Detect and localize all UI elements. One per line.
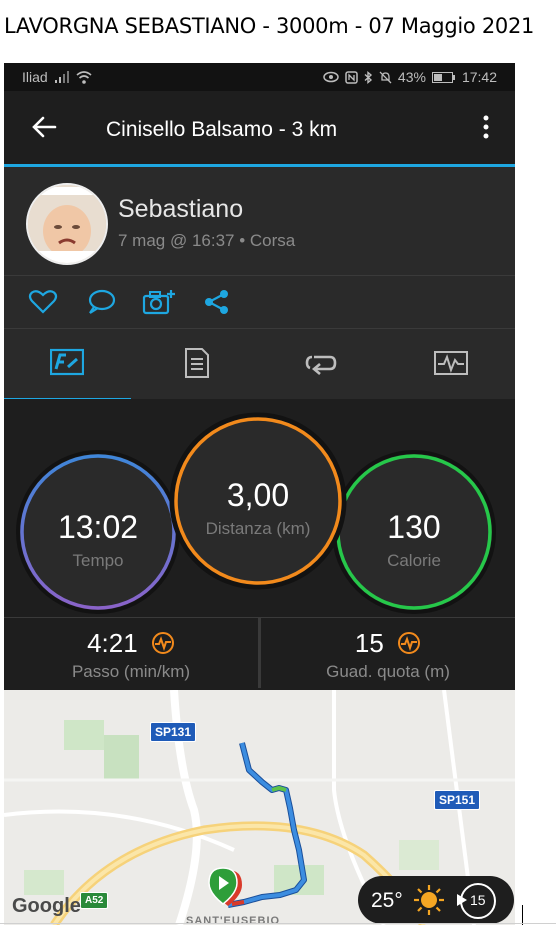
road-label-sp131: SP131 [150,722,197,742]
tab-overview-icon[interactable] [50,347,84,379]
phone-screen: Iliad 43% 17:42 Cinisello Balsamo - 3 km… [4,63,515,925]
elevation-value: 15 [354,628,384,658]
avatar[interactable] [26,183,108,265]
profile-header: Sebastiano 7 mag @ 16:37 • Corsa [4,167,515,276]
road-label-a52: A52 [80,892,109,909]
google-logo: Google [12,895,81,917]
pulse-icon [398,632,421,654]
sun-icon [414,885,444,915]
page-edge-mark [522,905,523,925]
temperature: 25° [371,889,403,912]
calories-value: 130 [387,509,441,545]
athlete-name: Sebastiano [118,195,244,223]
page-bottom-rule [0,923,556,924]
wind-speed: 15 [470,892,486,908]
road-label-sp151: SP151 [434,790,481,810]
activity-tabs [4,329,515,401]
status-bar: Iliad 43% 17:42 [4,63,515,91]
activity-meta: 7 mag @ 16:37 • Corsa [118,231,296,250]
more-vert-icon[interactable] [479,113,493,141]
share-icon[interactable] [202,289,232,315]
tab-laps-icon[interactable] [304,347,338,379]
elevation-metric[interactable]: 15 Guad. quota (m) [261,618,515,688]
route-map[interactable]: SP131 SP151 A52 SANT'EUSEBIO Google 25° … [4,690,515,925]
tab-charts-icon[interactable] [434,347,468,379]
carrier-name: Iliad [22,69,48,85]
clock: 17:42 [461,69,497,85]
app-bar: Cinisello Balsamo - 3 km [4,91,515,167]
weather-badge[interactable]: 25° 15 [358,876,514,924]
wifi-icon [76,70,92,84]
distance-value: 3,00 [226,477,290,513]
elevation-label: Guad. quota (m) [326,662,450,681]
pace-value: 4:21 [87,628,138,658]
stats-panel: 13:02 Tempo 3,00 Distanza (km) 130 Calor… [4,399,515,617]
tab-details-icon[interactable] [180,347,214,379]
bluetooth-icon [364,70,372,84]
calories-label: Calorie [387,551,441,570]
time-value: 13:02 [57,509,139,545]
battery-percent: 43% [397,69,426,85]
activity-title: Cinisello Balsamo - 3 km [106,118,338,141]
mute-bell-icon [379,71,392,83]
time-label: Tempo [72,551,124,570]
document-title: LAVORGNA SEBASTIANO - 3000m - 07 Maggio … [4,14,535,38]
social-actions-bar [4,276,515,329]
add-photo-icon[interactable] [142,289,176,315]
pulse-icon [151,632,174,654]
nfc-icon [345,70,358,84]
comment-icon[interactable] [86,289,116,315]
eye-icon [323,71,339,83]
battery-icon [431,71,455,83]
back-arrow-icon[interactable] [30,113,58,141]
metrics-row: 4:21 Passo (min/km) 15 Guad. quota (m) [4,617,515,688]
signal-icon [54,71,69,83]
wind-arrow-icon [457,894,467,906]
pace-label: Passo (min/km) [71,662,191,681]
distance-label: Distanza (km) [205,519,311,538]
pace-metric[interactable]: 4:21 Passo (min/km) [4,618,258,688]
heart-icon[interactable] [28,289,58,315]
